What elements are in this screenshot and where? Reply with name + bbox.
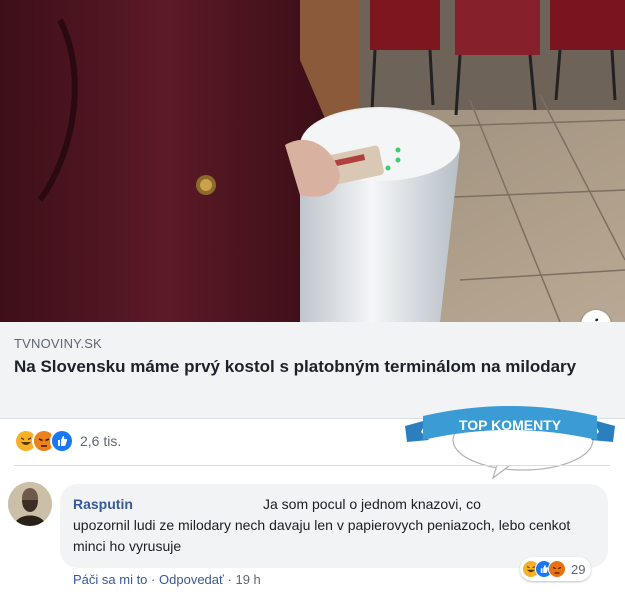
- link-headline[interactable]: Na Slovensku máme prvý kostol s platobný…: [14, 356, 604, 378]
- article-image[interactable]: [0, 0, 625, 322]
- angry-reaction-icon: [548, 560, 566, 578]
- comment-text-first-line: Ja som pocul o jednom knazovi, co: [263, 496, 481, 512]
- top-komenty-label: TOP KOMENTY: [459, 417, 562, 433]
- comment-text-rest: upozornil ludi ze milodary nech davaju l…: [73, 517, 571, 554]
- post-reactions[interactable]: 2,6 tis.: [14, 429, 121, 453]
- comment-actions: Páči sa mi to · Odpovedať · 19 h: [73, 572, 261, 587]
- comment-text: Rasputin Ja som pocul o jednom knazovi, c…: [73, 494, 601, 557]
- comment-reactions[interactable]: 29: [520, 557, 592, 581]
- link-domain: TVNOVINY.SK: [14, 336, 102, 351]
- action-separator: ·: [227, 572, 232, 587]
- comment-author[interactable]: Rasputin: [73, 496, 133, 512]
- like-comment-button[interactable]: Páči sa mi to: [73, 572, 147, 587]
- avatar[interactable]: [8, 482, 52, 526]
- action-separator: ·: [151, 572, 156, 587]
- article-photo-illustration: [0, 0, 625, 322]
- comment-timestamp[interactable]: 19 h: [235, 572, 260, 587]
- divider: [14, 465, 610, 466]
- top-komenty-badge: TOP KOMENTY: [405, 390, 615, 480]
- comment-bubble: Rasputin Ja som pocul o jednom knazovi, c…: [60, 484, 608, 568]
- post-reaction-count[interactable]: 2,6 tis.: [80, 433, 121, 449]
- reply-button[interactable]: Odpovedať: [159, 572, 224, 587]
- like-reaction-icon: [50, 429, 74, 453]
- comment-reaction-count: 29: [571, 561, 586, 577]
